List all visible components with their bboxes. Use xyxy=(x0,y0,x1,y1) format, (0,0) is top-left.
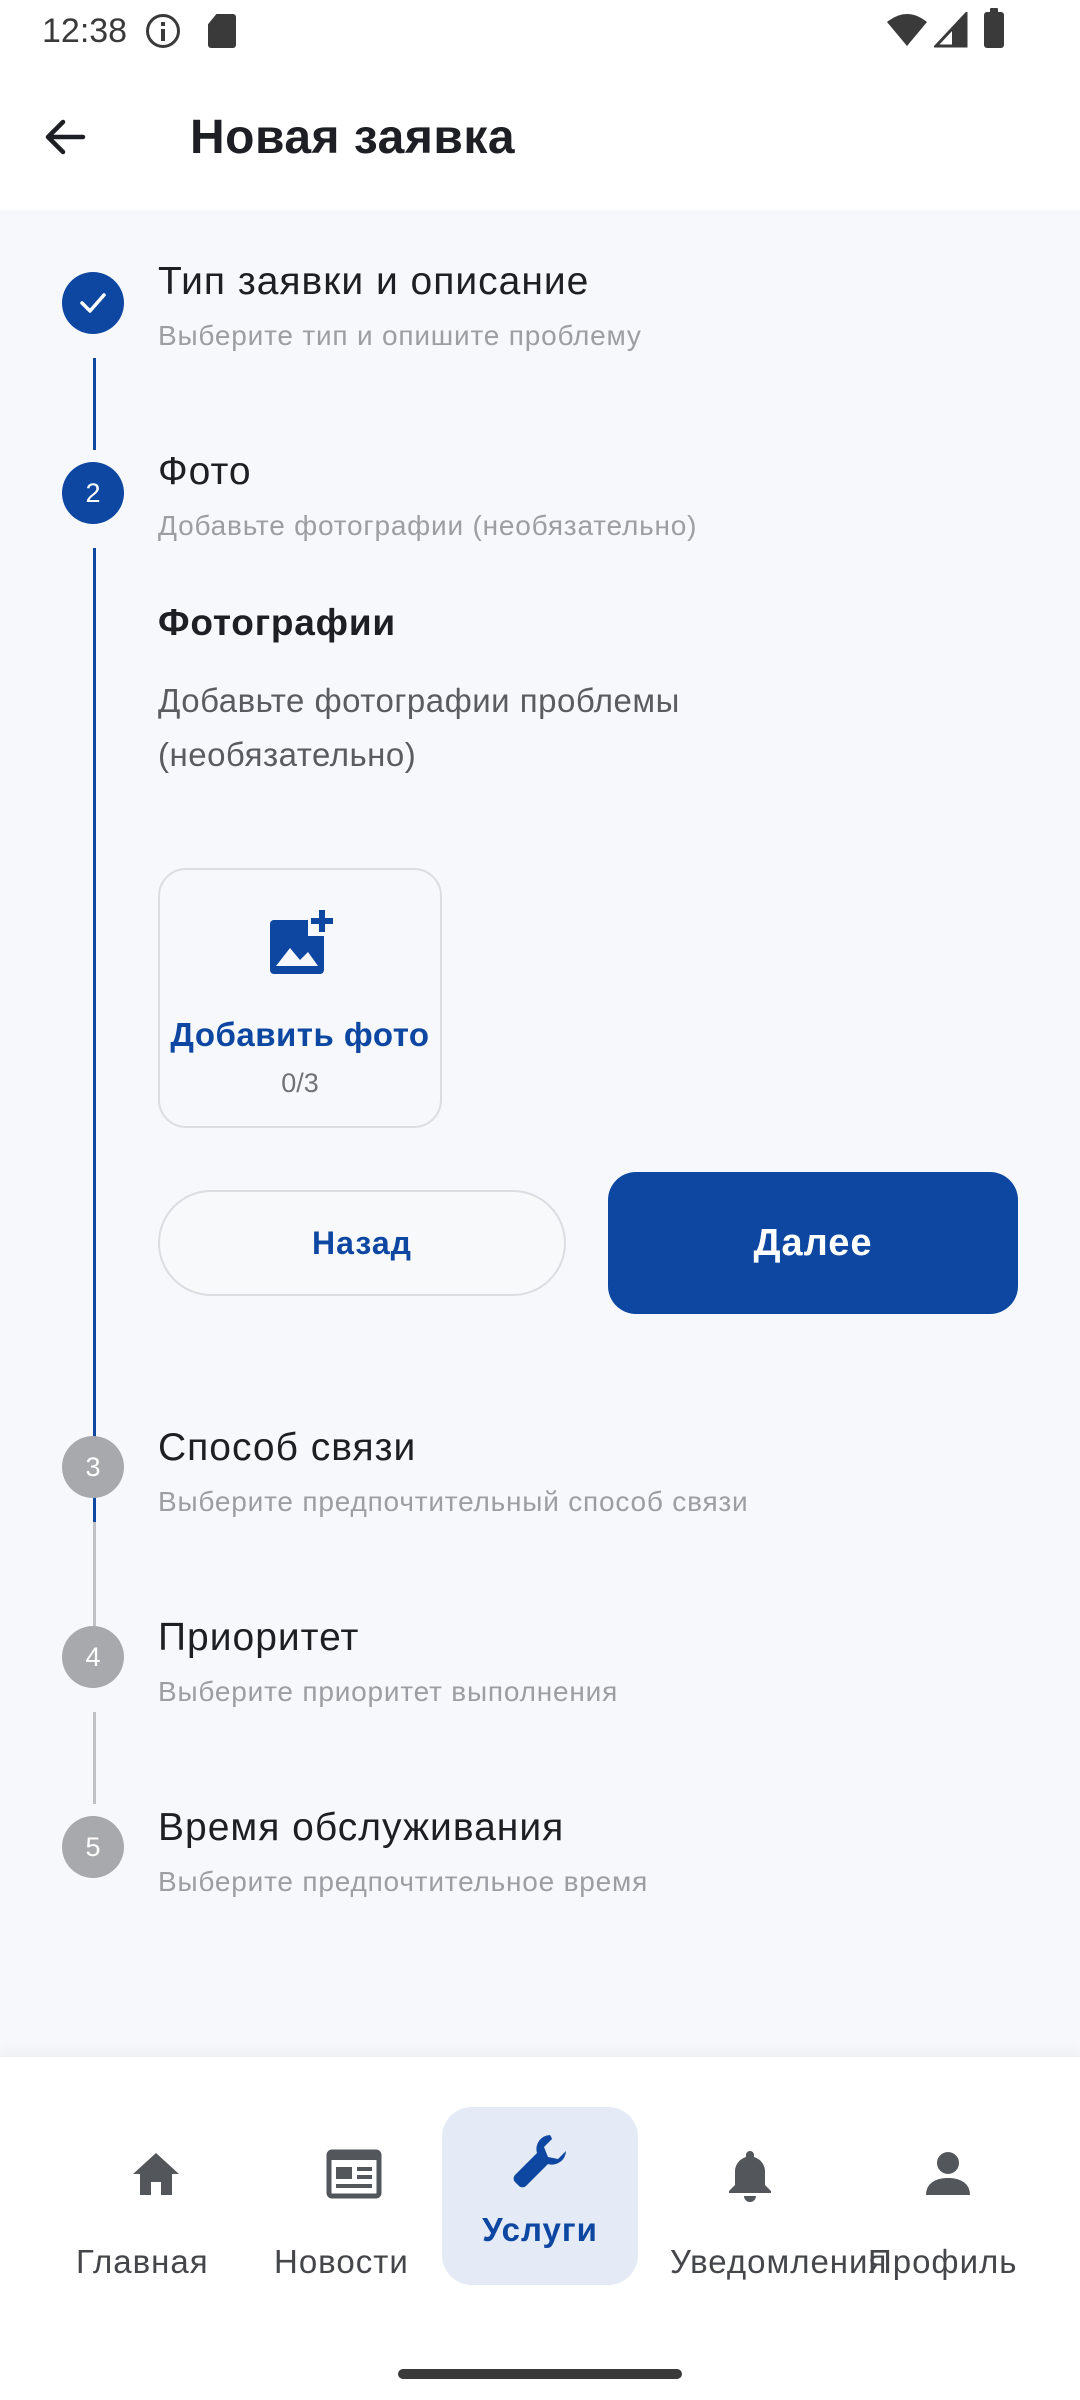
step-4-subtitle: Выберите приоритет выполнения xyxy=(158,1676,619,1707)
nav-item-services[interactable]: Услуги xyxy=(442,2107,638,2285)
bell-icon xyxy=(729,2151,771,2202)
step-3-indicator[interactable]: 3 xyxy=(62,1436,124,1498)
back-step-button[interactable]: Назад xyxy=(158,1190,566,1296)
photo-count: 0/3 xyxy=(281,1068,319,1098)
wrench-icon xyxy=(513,2135,566,2188)
step-2-title[interactable]: Фото xyxy=(158,450,252,494)
nav-item-news[interactable]: Новости xyxy=(256,2107,452,2287)
step-connector xyxy=(93,1522,96,1614)
home-icon xyxy=(133,2153,179,2195)
step-4-indicator[interactable]: 4 xyxy=(62,1626,124,1688)
add-photo-icon xyxy=(270,908,336,974)
step-2-number: 2 xyxy=(85,477,101,508)
step-3-subtitle: Выберите предпочтительный способ связи xyxy=(158,1486,749,1517)
step-connector xyxy=(93,1712,96,1804)
step-5-indicator[interactable]: 5 xyxy=(62,1816,124,1878)
nav-label-services: Услуги xyxy=(482,2211,598,2248)
step-1-indicator[interactable] xyxy=(62,272,124,334)
sd-card-icon xyxy=(208,14,236,48)
step-2-indicator[interactable]: 2 xyxy=(62,462,124,524)
status-bar: 12:38 xyxy=(0,0,1080,64)
nav-label-notifications: Уведомления xyxy=(670,2243,888,2280)
step-connector xyxy=(93,548,96,1586)
photos-description: Добавьте фотографии проблемы (необязател… xyxy=(158,682,680,773)
battery-icon xyxy=(984,8,1004,48)
next-button[interactable]: Далее xyxy=(608,1172,1018,1314)
nav-item-home[interactable]: Главная xyxy=(58,2107,254,2287)
home-indicator[interactable] xyxy=(398,2369,682,2379)
add-photo-button[interactable]: Добавить фото 0/3 xyxy=(158,868,442,1128)
photos-heading: Фотографии xyxy=(158,602,396,643)
step-1-title[interactable]: Тип заявки и описание xyxy=(158,260,589,304)
nav-item-notifications[interactable]: Уведомления xyxy=(652,2107,888,2287)
nav-label-profile: Профиль xyxy=(868,2243,1018,2280)
signal-icon xyxy=(934,12,968,48)
add-photo-label: Добавить фото xyxy=(170,1016,430,1053)
step-2-subtitle: Добавьте фотографии (необязательно) xyxy=(158,510,698,541)
step-connector xyxy=(93,358,96,450)
info-icon xyxy=(146,14,180,48)
wifi-icon xyxy=(887,14,927,46)
newspaper-icon xyxy=(326,2149,382,2199)
step-3-title[interactable]: Способ связи xyxy=(158,1426,416,1470)
status-time: 12:38 xyxy=(42,12,128,50)
step-4-number: 4 xyxy=(85,1641,101,1672)
step-4-title[interactable]: Приоритет xyxy=(158,1616,359,1660)
app-bar: Новая заявка xyxy=(0,64,1080,210)
person-icon xyxy=(926,2152,970,2195)
page-title: Новая заявка xyxy=(190,111,516,164)
step-3-number: 3 xyxy=(85,1451,101,1482)
step-5-number: 5 xyxy=(85,1831,101,1862)
nav-label-news: Новости xyxy=(274,2243,409,2280)
bottom-navigation: Главная Новости Услуги Уведомления Профи… xyxy=(0,2056,1080,2400)
arrow-back-icon xyxy=(45,119,86,155)
nav-item-profile[interactable]: Профиль xyxy=(850,2107,1046,2287)
step-5-title[interactable]: Время обслуживания xyxy=(158,1806,564,1850)
back-button[interactable] xyxy=(30,102,100,172)
step-1-subtitle: Выберите тип и опишите проблему xyxy=(158,320,642,351)
step-5-subtitle: Выберите предпочтительное время xyxy=(158,1866,649,1897)
nav-label-home: Главная xyxy=(76,2243,209,2280)
check-icon xyxy=(80,293,106,313)
stepper-content: Тип заявки и описание Выберите тип и опи… xyxy=(0,210,1080,2056)
